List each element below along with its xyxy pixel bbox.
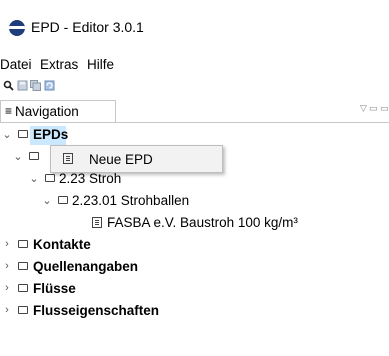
window-title: EPD - Editor 3.0.1 [31,19,144,35]
tree-label-epds: EPDs [33,127,69,142]
chevron-right-icon[interactable]: › [2,260,12,272]
document-icon [63,153,73,164]
folder-icon [18,262,28,270]
chevron-right-icon[interactable]: › [2,238,12,250]
folder-icon [58,196,68,204]
chevron-down-icon[interactable]: ⌄ [29,172,39,185]
navigation-panel-header: ≡ Navigation ▽ ▭ ▭ [0,100,389,122]
save-icon[interactable] [17,80,28,91]
menu-lines-icon: ≡ [5,104,13,118]
tree-row-fasba[interactable]: FASBA e.V. Baustroh 100 kg/m³ [0,213,389,235]
maximize-icon[interactable]: ▭ [380,103,389,114]
folder-icon [18,284,28,292]
tree-row-strohballen[interactable]: ⌄ 2.23.01 Strohballen [0,191,389,213]
refresh-icon[interactable] [44,80,55,91]
context-item-neue-epd[interactable]: Neue EPD [51,146,222,172]
tree-label-fasba: FASBA e.V. Baustroh 100 kg/m³ [107,215,298,230]
minimize-icon[interactable]: ▽ [360,103,367,114]
chevron-down-icon[interactable]: ⌄ [13,150,23,163]
restore-icon[interactable]: ▭ [369,103,378,114]
title-bar: EPD - Editor 3.0.1 [0,0,389,52]
folder-icon [29,152,39,160]
menu-extras[interactable]: Extras [40,57,78,72]
context-menu: Neue EPD [50,145,223,173]
tree-label-strohballen: 2.23.01 Strohballen [72,193,190,208]
chevron-right-icon[interactable]: › [2,282,12,294]
chevron-right-icon[interactable]: › [2,304,12,316]
document-icon [92,217,102,228]
search-icon[interactable] [3,80,14,91]
folder-icon [18,306,28,314]
tree-row-kontakte[interactable]: › Kontakte [0,235,389,257]
toolbar [0,78,389,94]
tree-row-fluesse[interactable]: › Flüsse [0,279,389,301]
tree-row-epds[interactable]: ⌄ EPDs [0,125,389,147]
menu-datei[interactable]: Datei [0,57,32,72]
tab-navigation-label: Navigation [15,104,79,119]
tree-label-quellenangaben: Quellenangaben [33,259,139,274]
chevron-down-icon[interactable]: ⌄ [42,194,52,207]
tree-row-flusseigenschaften[interactable]: › Flusseigenschaften [0,301,389,323]
context-item-label: Neue EPD [89,152,153,167]
folder-icon [18,240,28,248]
app-logo-icon [9,20,25,36]
tab-navigation[interactable]: ≡ Navigation [0,100,116,122]
menu-bar: Datei Extras Hilfe [0,52,389,78]
folder-icon [18,130,28,138]
folder-icon [45,174,55,182]
tree-label-kontakte: Kontakte [33,237,91,252]
menu-hilfe[interactable]: Hilfe [87,57,114,72]
tree-label-flusseigenschaften: Flusseigenschaften [33,303,160,318]
chevron-down-icon[interactable]: ⌄ [2,128,12,141]
tree-label-stroh: 2.23 Stroh [59,171,122,186]
tree-row-quellenangaben[interactable]: › Quellenangaben [0,257,389,279]
save-all-icon[interactable] [30,80,41,91]
tree-label-fluesse: Flüsse [33,281,76,296]
